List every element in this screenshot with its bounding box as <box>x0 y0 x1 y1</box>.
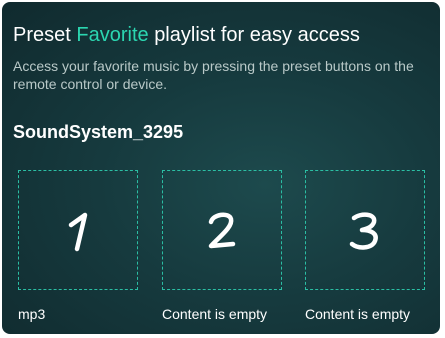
preset-label-1: mp3 <box>18 306 46 322</box>
title-suffix: playlist for easy access <box>154 24 360 46</box>
preset-favorites-panel: Preset Favorite playlist for easy access… <box>2 2 440 334</box>
preset-slot-3[interactable]: 3 <box>305 170 425 290</box>
preset-number-1-icon <box>68 212 88 252</box>
device-name: SoundSystem_3295 <box>13 122 184 142</box>
panel-title: Preset Favorite playlist for easy access <box>13 22 360 48</box>
preset-number-2-icon <box>208 212 236 249</box>
title-prefix: Preset <box>13 24 71 46</box>
preset-slot-2[interactable]: 2 <box>162 170 282 290</box>
panel-description: Access your favorite music by pressing t… <box>13 58 414 92</box>
preset-number-3-icon <box>349 212 378 250</box>
preset-slot-1[interactable]: 1 <box>18 170 138 290</box>
title-accent: Favorite <box>76 24 149 46</box>
preset-label-2: Content is empty <box>162 306 268 322</box>
preset-label-3: Content is empty <box>305 306 411 322</box>
